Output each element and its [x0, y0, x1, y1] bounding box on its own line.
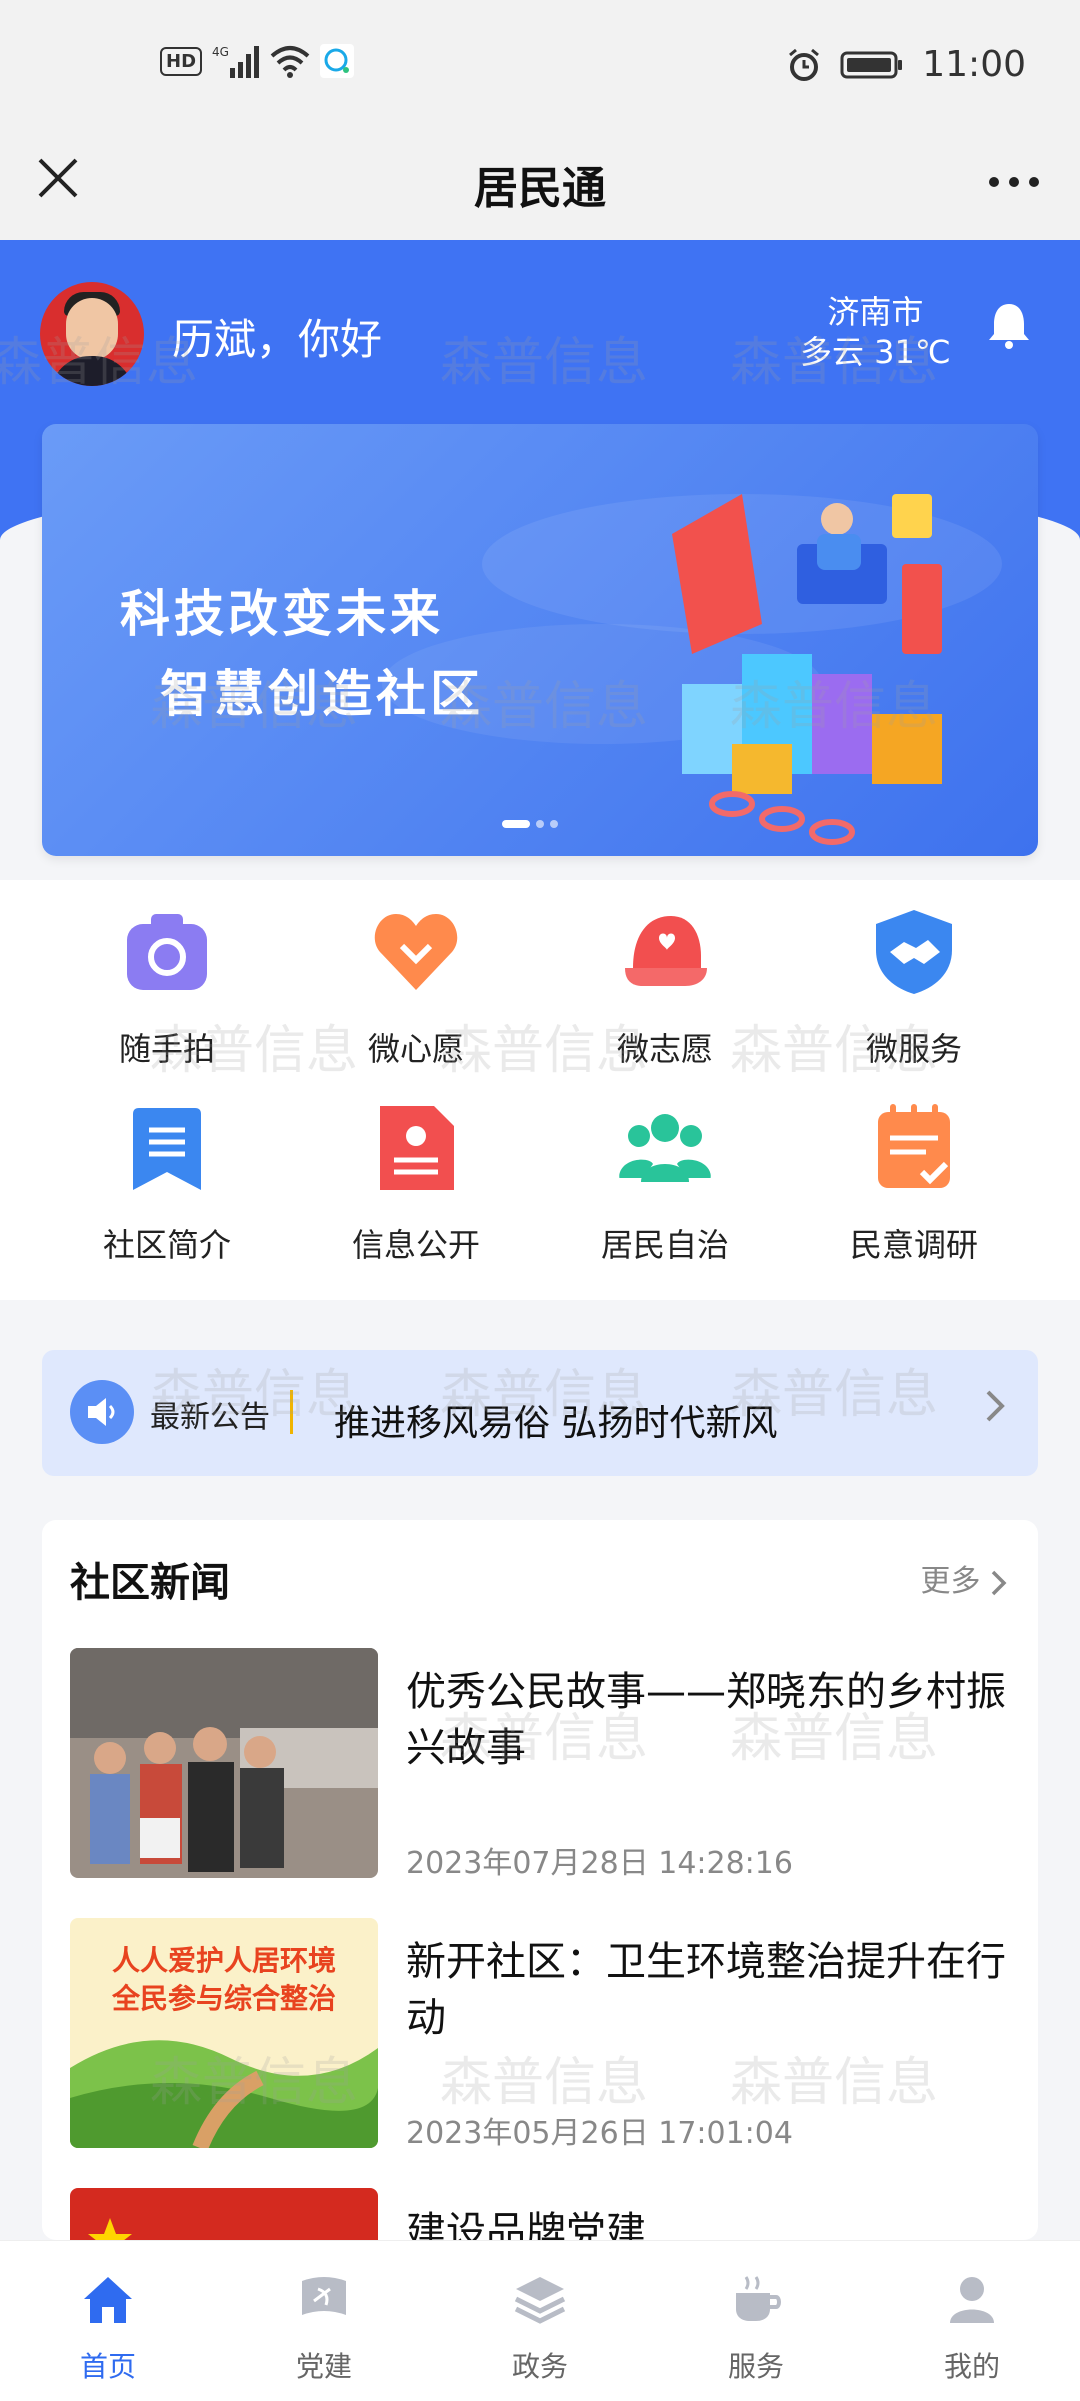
grid-label: 随手拍 — [118, 1030, 215, 1068]
grid-label: 微服务 — [865, 1030, 962, 1068]
tab-government[interactable]: 政务 — [432, 2241, 648, 2401]
speaker-icon — [70, 1380, 134, 1444]
more-menu-icon[interactable] — [986, 148, 1042, 204]
announcement-text: 推进移风易俗 弘扬时代新风 — [334, 1403, 778, 1444]
tab-mine[interactable]: 我的 — [864, 2241, 1080, 2401]
user-icon — [950, 2277, 994, 2323]
grid-label: 民意调研 — [849, 1226, 978, 1264]
bookmark-icon — [133, 1108, 201, 1190]
community-news-card: 社区新闻 更多 优秀公民故事——郑晓东的乡村振兴故事 2023年07月28日 1… — [42, 1520, 1038, 2240]
bottom-tab-bar: 首页 党建 政务 服务 我的 — [0, 2240, 1080, 2401]
function-grid: 随手拍 微心愿 微志愿 微服务 社区简介 信息公开 居民自治 民意调研 — [0, 880, 1080, 1300]
grid-label: 微志愿 — [616, 1030, 713, 1068]
grid-label: 信息公开 — [351, 1226, 480, 1264]
announcement-tag: 最新公告 — [150, 1400, 270, 1435]
grid-label: 社区简介 — [102, 1226, 231, 1264]
grid-item-volunteer[interactable]: 微志愿 — [540, 906, 790, 1070]
news-title: 新开社区：卫生环境整治提升在行动 — [406, 1939, 1006, 2041]
chevron-right-icon — [991, 1570, 1007, 1595]
news-date: 2023年05月26日 17:01:04 — [406, 2116, 793, 2151]
more-label: 更多 — [920, 1564, 981, 1599]
hd-icon: HD — [160, 46, 203, 76]
grid-item-self-governance[interactable]: 居民自治 — [540, 1102, 790, 1266]
grid-item-wish[interactable]: 微心愿 — [291, 906, 541, 1070]
section-title: 社区新闻 — [70, 1560, 230, 1606]
status-right: 11:00 — [786, 44, 1026, 85]
tab-label: 政务 — [511, 2350, 568, 2383]
svg-text:全民参与综合整治: 全民参与综合整治 — [111, 1982, 336, 2015]
greeting: 历斌，你好 — [172, 315, 383, 364]
status-left-icons: HD 4G — [160, 44, 355, 78]
alarm-icon — [789, 48, 820, 81]
grid-item-snapshot[interactable]: 随手拍 — [42, 906, 292, 1070]
banner-line-2: 智慧创造社区 — [160, 665, 484, 723]
svg-text:4G: 4G — [212, 45, 229, 59]
news-item[interactable]: 建设品牌党建 — [70, 2188, 1020, 2240]
battery-icon — [840, 51, 903, 78]
tab-service[interactable]: 服务 — [648, 2241, 864, 2401]
weather-info: 多云 31℃ — [800, 333, 951, 371]
promo-banner[interactable]: 科技改变未来 智慧创造社区 — [42, 424, 1038, 856]
announcement-divider — [290, 1390, 293, 1434]
message-icon — [320, 44, 355, 78]
banner-line-1: 科技改变未来 — [120, 585, 444, 643]
grid-item-intro[interactable]: 社区简介 — [42, 1102, 292, 1266]
tab-home[interactable]: 首页 — [0, 2241, 216, 2401]
layers-icon — [514, 2277, 566, 2324]
group-icon — [619, 1114, 711, 1182]
wifi-icon — [270, 46, 310, 78]
tab-party[interactable]: 党建 — [216, 2241, 432, 2401]
weather-city: 济南市 — [827, 293, 924, 331]
page-title: 居民通 — [474, 163, 606, 214]
handshake-shield-icon — [876, 910, 952, 994]
grid-label: 居民自治 — [600, 1226, 729, 1264]
status-time: 11:00 — [922, 44, 1026, 85]
news-title: 建设品牌党建 — [406, 2209, 646, 2240]
banner-pagination — [502, 820, 558, 828]
more-link[interactable]: 更多 — [920, 1556, 1008, 1600]
status-bar: HD 4G 11:00 — [0, 0, 1080, 130]
grid-item-survey[interactable]: 民意调研 — [789, 1102, 1039, 1266]
signal-4g-icon: 4G — [212, 45, 260, 78]
home-icon — [84, 2277, 132, 2323]
tab-label: 我的 — [943, 2350, 1000, 2383]
tab-label: 党建 — [295, 2350, 352, 2383]
cap-icon — [625, 916, 707, 986]
grid-item-service[interactable]: 微服务 — [789, 906, 1039, 1070]
tab-label: 首页 — [79, 2350, 136, 2383]
party-flag-icon — [302, 2277, 346, 2315]
news-date: 2023年07月28日 14:28:16 — [406, 1846, 793, 1881]
weather-widget: 济南市 多云 31℃ — [800, 292, 951, 372]
svg-text:人人爱护人居环境: 人人爱护人居环境 — [112, 1944, 336, 1977]
camera-icon — [127, 914, 207, 990]
title-bar: 居民通 — [0, 130, 1080, 240]
document-icon — [380, 1106, 454, 1190]
heart-icon — [374, 914, 458, 990]
tab-label: 服务 — [727, 2350, 784, 2383]
news-item[interactable]: 优秀公民故事——郑晓东的乡村振兴故事 2023年07月28日 14:28:16 — [70, 1648, 1020, 1881]
chevron-right-icon — [984, 1386, 1008, 1436]
survey-icon — [878, 1104, 950, 1188]
news-title: 优秀公民故事——郑晓东的乡村振兴故事 — [406, 1669, 1006, 1771]
grid-item-info-public[interactable]: 信息公开 — [291, 1102, 541, 1266]
news-item[interactable]: 人人爱护人居环境 全民参与综合整治 新开社区：卫生环境整治提升在行动 2023年… — [70, 1918, 1020, 2151]
avatar[interactable] — [40, 282, 144, 386]
bell-icon[interactable] — [984, 300, 1034, 350]
grid-label: 微心愿 — [367, 1030, 464, 1068]
news-thumbnail — [70, 2188, 378, 2240]
news-thumbnail — [70, 1648, 378, 1878]
announcement-bar[interactable]: 最新公告 推进移风易俗 弘扬时代新风 — [42, 1350, 1038, 1476]
news-thumbnail: 人人爱护人居环境 全民参与综合整治 — [70, 1918, 378, 2148]
coffee-icon — [736, 2276, 781, 2321]
